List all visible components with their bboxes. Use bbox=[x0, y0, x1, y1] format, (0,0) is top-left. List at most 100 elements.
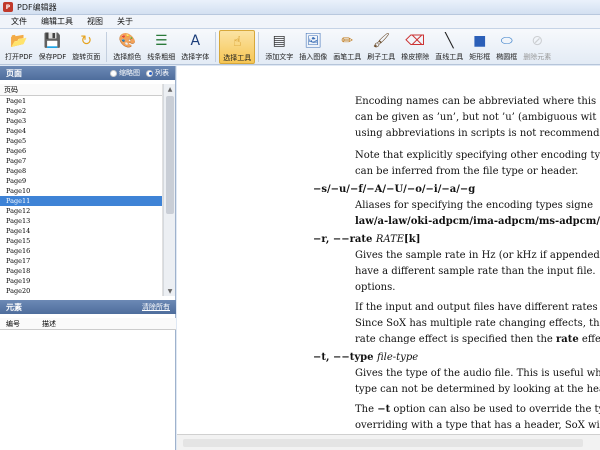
option-encoding-flags: −s/−u/−f/−A/−U/−o/−i/−a/−g bbox=[313, 184, 476, 195]
option-type: −t, −−type file-type bbox=[313, 352, 418, 363]
open-folder-button[interactable]: 📂 打开PDF bbox=[2, 30, 36, 64]
option-rate-suffix: [k] bbox=[404, 234, 421, 245]
menu-view[interactable]: 视图 bbox=[80, 16, 110, 27]
list-view-radio[interactable]: 列表 bbox=[146, 68, 169, 78]
toolbar-label: 刷子工具 bbox=[367, 53, 396, 61]
page-list-item[interactable]: Page4 bbox=[0, 126, 162, 136]
rectangle-button[interactable]: ■ 矩形框 bbox=[466, 30, 493, 64]
text-line: type can not be determined by looking at… bbox=[355, 384, 600, 395]
text-line: have a different sample rate than the in… bbox=[355, 266, 596, 277]
pen-icon: ✏ bbox=[341, 33, 354, 49]
element-id-column[interactable]: 编号 bbox=[0, 319, 36, 329]
toolbar: 📂 打开PDF 💾 保存PDF ↻ 旋转页面 🎨 选择颜色 ☰ 线条粗细 A 选择字体 ☝ 选择工具 ▤ 添加… bbox=[0, 29, 600, 65]
page-list-item[interactable]: Page13 bbox=[0, 216, 162, 226]
horizontal-scrollbar[interactable] bbox=[177, 434, 600, 450]
menu-about[interactable]: 关于 bbox=[110, 16, 140, 27]
add-text-icon: ▤ bbox=[272, 33, 286, 49]
page-list-item[interactable]: Page14 bbox=[0, 226, 162, 236]
rotate-button[interactable]: ↻ 旋转页面 bbox=[69, 30, 103, 64]
text-run: The bbox=[355, 404, 378, 415]
elements-table-header: 编号 描述 bbox=[0, 318, 176, 330]
line-icon: ╲ bbox=[445, 33, 454, 49]
pages-panel-header: 页面 缩略图 列表 bbox=[0, 66, 175, 80]
text-line: law/a-law/oki-adpcm/ima-adpcm/ms-adpcm/g… bbox=[355, 216, 600, 227]
page-list-item[interactable]: Page19 bbox=[0, 276, 162, 286]
option-rate-arg: RATE bbox=[375, 234, 405, 245]
palette-button[interactable]: 🎨 选择颜色 bbox=[110, 30, 144, 64]
pointer-button[interactable]: ☝ 选择工具 bbox=[219, 30, 256, 64]
menu-edit-tools[interactable]: 编辑工具 bbox=[34, 16, 80, 27]
line-width-icon: ☰ bbox=[155, 33, 168, 49]
text-line: The −t option can also be used to overri… bbox=[355, 402, 600, 418]
open-folder-icon: 📂 bbox=[10, 33, 28, 49]
line-width-button[interactable]: ☰ 线条粗细 bbox=[144, 30, 178, 64]
text-bold: −t bbox=[377, 404, 391, 415]
brush-button[interactable]: 🖌 刷子工具 bbox=[364, 30, 398, 64]
page-list-item[interactable]: Page1 bbox=[0, 96, 162, 106]
line-button[interactable]: ╲ 直线工具 bbox=[432, 30, 466, 64]
page-list-item[interactable]: Page18 bbox=[0, 266, 162, 276]
horizontal-scroll-thumb[interactable] bbox=[183, 439, 583, 447]
toolbar-label: 保存PDF bbox=[38, 53, 67, 61]
scroll-down-icon[interactable]: ▼ bbox=[164, 286, 176, 296]
toolbar-label: 选择字体 bbox=[181, 53, 210, 61]
pages-panel-title: 页面 bbox=[6, 68, 22, 78]
menu-bar: 文件 编辑工具 视图 关于 bbox=[0, 15, 600, 29]
view-mode-group: 缩略图 列表 bbox=[110, 68, 169, 78]
page-list-item[interactable]: Page16 bbox=[0, 246, 162, 256]
text-line: Note that explicitly specifying other en… bbox=[355, 150, 600, 161]
page-list-item[interactable]: Page9 bbox=[0, 176, 162, 186]
insert-image-button[interactable]: 🖼 插入图像 bbox=[296, 30, 330, 64]
toolbar-label: 打开PDF bbox=[5, 53, 33, 61]
thumbnail-view-label: 缩略图 bbox=[119, 69, 140, 77]
page-list-item[interactable]: Page10 bbox=[0, 186, 162, 196]
window-title: PDF编辑器 bbox=[17, 2, 57, 12]
add-text-button[interactable]: ▤ 添加文字 bbox=[262, 30, 296, 64]
page-list-item[interactable]: Page11 bbox=[0, 196, 162, 206]
page-list-item[interactable]: Page6 bbox=[0, 146, 162, 156]
rotate-icon: ↻ bbox=[80, 33, 93, 49]
text-run: option can also be used to override the … bbox=[390, 404, 600, 415]
page-list-item[interactable]: Page17 bbox=[0, 256, 162, 266]
toolbar-separator bbox=[215, 32, 217, 62]
ellipse-icon: ⬭ bbox=[500, 33, 513, 49]
pages-list-header[interactable]: 页码 bbox=[0, 84, 162, 96]
page-list-item[interactable]: Page8 bbox=[0, 166, 162, 176]
page-list-item[interactable]: Page12 bbox=[0, 206, 162, 216]
document-view[interactable]: Encoding names can be abbreviated where … bbox=[177, 66, 600, 450]
pages-scrollbar[interactable]: ▲ ▼ bbox=[163, 84, 175, 296]
scroll-thumb[interactable] bbox=[166, 96, 174, 214]
page-list-item[interactable]: Page5 bbox=[0, 136, 162, 146]
pen-button[interactable]: ✏ 画笔工具 bbox=[330, 30, 364, 64]
page-list-item[interactable]: Page7 bbox=[0, 156, 162, 166]
insert-image-icon: 🖼 bbox=[304, 33, 323, 49]
page-list-item[interactable]: Page20 bbox=[0, 286, 162, 296]
delete-icon: ⊘ bbox=[531, 33, 544, 49]
page-number-column: 页码 bbox=[4, 85, 18, 94]
delete-button[interactable]: ⊘ 删除元素 bbox=[520, 30, 554, 64]
ellipse-button[interactable]: ⬭ 椭圆框 bbox=[493, 30, 520, 64]
toolbar-label: 旋转页面 bbox=[72, 53, 101, 61]
text-line: rate change effect is specified then the… bbox=[355, 332, 600, 348]
text-line: Aliases for specifying the encoding type… bbox=[355, 200, 593, 211]
element-desc-column[interactable]: 描述 bbox=[36, 319, 72, 329]
title-bar: P PDF编辑器 bbox=[0, 0, 600, 15]
text-bold: rate bbox=[556, 334, 579, 345]
toolbar-label: 椭圆框 bbox=[496, 53, 518, 61]
thumbnail-view-radio[interactable]: 缩略图 bbox=[110, 68, 140, 78]
toolbar-label: 删除元素 bbox=[523, 53, 552, 61]
page-list-item[interactable]: Page3 bbox=[0, 116, 162, 126]
save-disk-button[interactable]: 💾 保存PDF bbox=[36, 30, 70, 64]
text-line: can be given as ’un’, but not ’u’ (ambig… bbox=[355, 112, 597, 123]
eraser-button[interactable]: ⌫ 橡皮擦除 bbox=[398, 30, 432, 64]
font-button[interactable]: A 选择字体 bbox=[178, 30, 212, 64]
page-list-item[interactable]: Page2 bbox=[0, 106, 162, 116]
clear-all-link[interactable]: 清除所有 bbox=[142, 302, 170, 312]
text-line: options. bbox=[355, 282, 396, 293]
page-list-item[interactable]: Page15 bbox=[0, 236, 162, 246]
option-type-arg: file-type bbox=[376, 352, 419, 363]
pages-list: 页码 Page1 Page2 Page3 Page4 Page5 Page6 Page7 Pa… bbox=[0, 84, 163, 296]
scroll-up-icon[interactable]: ▲ bbox=[164, 84, 176, 94]
menu-file[interactable]: 文件 bbox=[4, 16, 34, 27]
save-disk-icon: 💾 bbox=[43, 33, 62, 49]
